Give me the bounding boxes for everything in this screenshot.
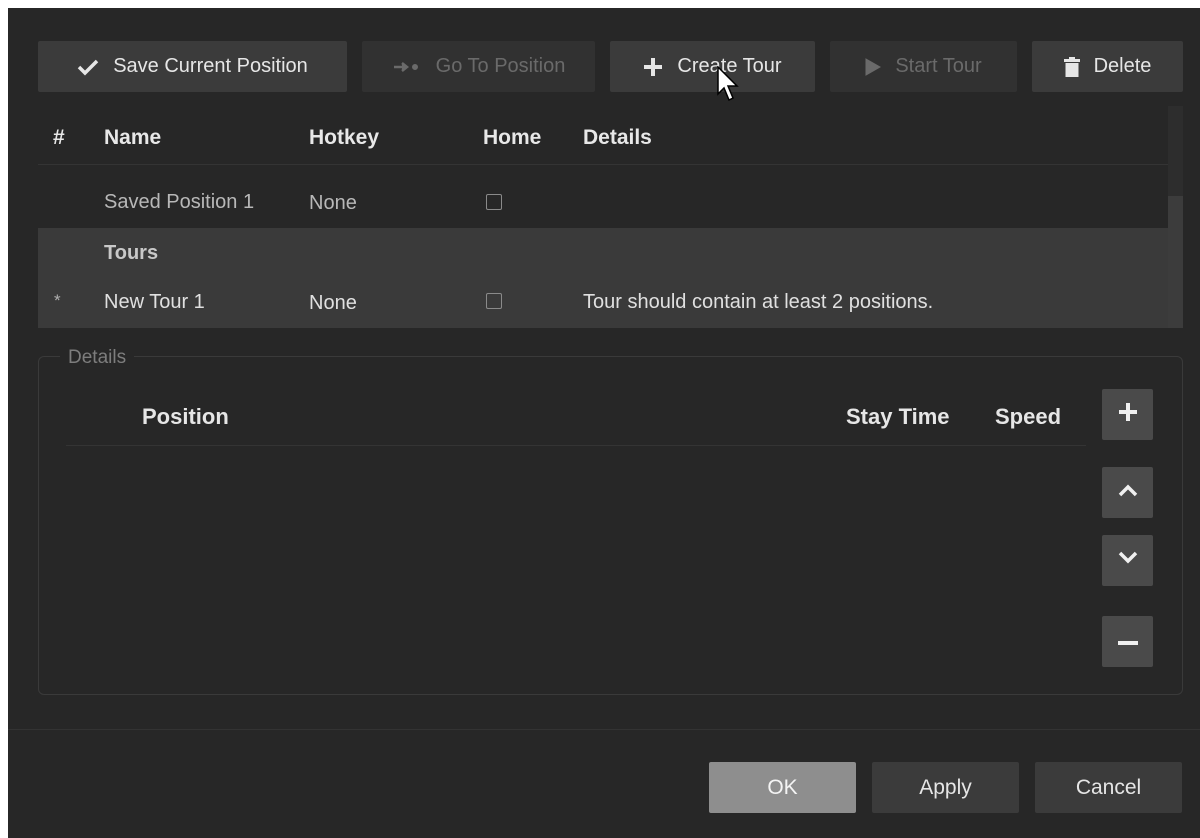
table-header-divider [38, 164, 1168, 165]
add-position-button[interactable] [1102, 389, 1153, 440]
play-icon [865, 57, 882, 76]
cancel-label: Cancel [1075, 775, 1142, 799]
column-header-stay-time[interactable]: Stay Time [846, 404, 950, 430]
arrow-right-icon [392, 60, 422, 74]
column-header-speed[interactable]: Speed [995, 404, 1061, 430]
plus-icon [1118, 402, 1138, 427]
ok-button[interactable]: OK [709, 762, 856, 813]
table-scrollbar-thumb[interactable] [1168, 196, 1183, 328]
delete-button[interactable]: Delete [1032, 41, 1183, 92]
remove-position-button[interactable] [1102, 616, 1153, 667]
column-header-details[interactable]: Details [583, 126, 652, 150]
row-hotkey: None [309, 292, 357, 314]
cancel-button[interactable]: Cancel [1035, 762, 1182, 813]
home-checkbox[interactable] [486, 194, 502, 210]
column-header-home[interactable]: Home [483, 126, 541, 150]
row-modified-marker: * [54, 291, 61, 310]
plus-icon [643, 57, 663, 77]
column-header-position[interactable]: Position [142, 404, 229, 430]
group-label-tours: Tours [104, 242, 159, 264]
start-tour-label: Start Tour [895, 55, 982, 77]
details-group-title: Details [60, 347, 135, 369]
minus-icon [1117, 633, 1138, 651]
create-tour-button[interactable]: Create Tour [610, 41, 815, 92]
details-header-divider [66, 445, 1086, 446]
table-group-row-tours[interactable] [38, 228, 1168, 278]
checkmark-icon [77, 58, 99, 76]
trash-icon [1063, 56, 1080, 77]
delete-label: Delete [1093, 55, 1152, 77]
move-up-button[interactable] [1102, 467, 1153, 518]
apply-label: Apply [919, 775, 972, 799]
column-header-number[interactable]: # [53, 126, 65, 150]
column-header-name[interactable]: Name [104, 126, 161, 150]
row-hotkey: None [309, 192, 357, 214]
window-frame-left [0, 0, 8, 838]
save-current-position-button[interactable]: Save Current Position [38, 41, 347, 92]
row-name: New Tour 1 [104, 291, 205, 313]
row-name: Saved Position 1 [104, 191, 255, 213]
start-tour-button[interactable]: Start Tour [830, 41, 1017, 92]
row-details: Tour should contain at least 2 positions… [583, 291, 934, 313]
column-header-hotkey[interactable]: Hotkey [309, 126, 379, 150]
chevron-up-icon [1118, 483, 1138, 502]
move-down-button[interactable] [1102, 535, 1153, 586]
window-frame-top [0, 0, 1200, 8]
apply-button[interactable]: Apply [872, 762, 1019, 813]
go-to-position-label: Go To Position [435, 55, 566, 77]
mouse-cursor-icon [717, 65, 739, 111]
footer-divider [8, 729, 1200, 730]
save-current-position-label: Save Current Position [113, 55, 308, 77]
home-checkbox[interactable] [486, 293, 502, 309]
chevron-down-icon [1118, 551, 1138, 570]
ok-label: OK [767, 775, 798, 799]
go-to-position-button[interactable]: Go To Position [362, 41, 595, 92]
